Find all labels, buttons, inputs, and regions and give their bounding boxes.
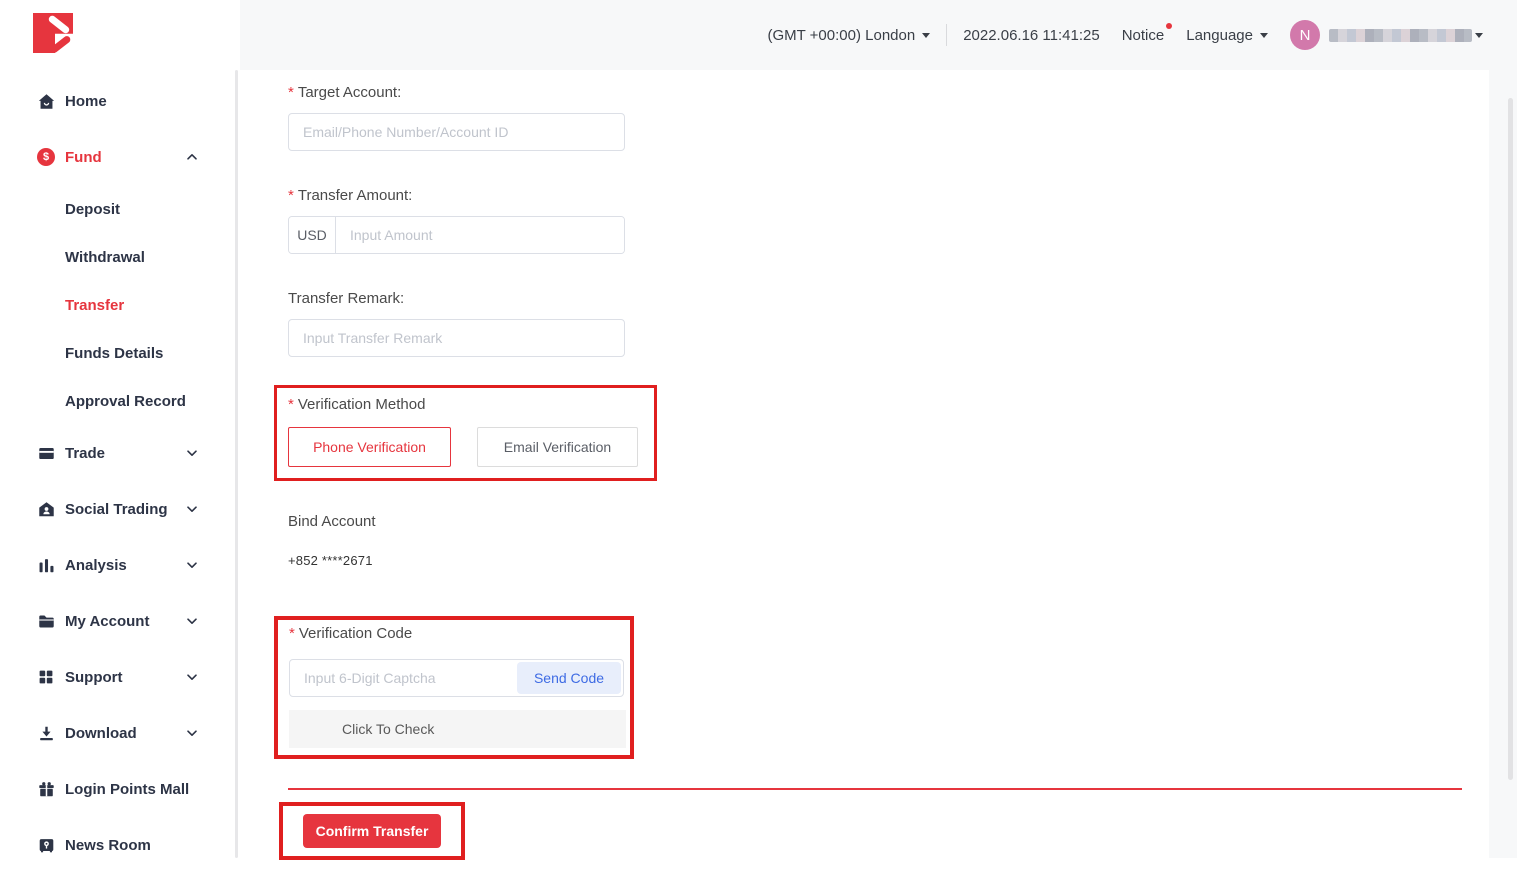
confirm-transfer-highlight: Confirm Transfer	[279, 802, 465, 860]
sidebar-item-label: Fund	[65, 149, 102, 166]
sidebar-item-label: Analysis	[65, 557, 127, 574]
sidebar-item-login-points-mall[interactable]: Login Points Mall	[0, 761, 240, 817]
sidebar-item-label: Trade	[65, 445, 105, 462]
required-marker: *	[289, 625, 295, 642]
sidebar-item-home[interactable]: Home	[0, 73, 240, 129]
transfer-amount-input[interactable]	[336, 217, 624, 253]
datetime-text: 2022.06.16 11:41:25	[963, 27, 1100, 44]
target-account-label: *Target Account:	[288, 84, 1517, 101]
transfer-amount-field: USD	[288, 216, 625, 254]
confirm-transfer-button[interactable]: Confirm Transfer	[303, 814, 441, 848]
topbar: (GMT +00:00) London 2022.06.16 11:41:25 …	[240, 0, 1517, 70]
sidebar-item-analysis[interactable]: Analysis	[0, 537, 240, 593]
chevron-down-icon	[186, 503, 198, 515]
currency-prefix: USD	[289, 217, 336, 253]
language-select[interactable]: Language	[1186, 27, 1268, 44]
grid-icon	[36, 667, 56, 687]
chevron-down-icon	[186, 727, 198, 739]
user-menu[interactable]: N	[1290, 20, 1483, 50]
sidebar-item-approval-record[interactable]: Approval Record	[0, 377, 240, 425]
language-label: Language	[1186, 27, 1253, 44]
sidebar-item-withdrawal[interactable]: Withdrawal	[0, 233, 240, 281]
sidebar-item-label: News Room	[65, 837, 151, 854]
sidebar-item-label: Social Trading	[65, 501, 168, 518]
transfer-remark-label: Transfer Remark:	[288, 290, 1517, 307]
chevron-up-icon	[186, 151, 198, 163]
verification-code-highlight: *Verification Code Send Code Click To Ch…	[274, 616, 634, 759]
chevron-down-icon	[186, 615, 198, 627]
dollar-circle-icon: $	[36, 147, 56, 167]
sidebar-item-transfer[interactable]: Transfer	[0, 281, 240, 329]
send-code-button[interactable]: Send Code	[517, 662, 621, 694]
verification-code-field: Send Code	[289, 659, 624, 697]
transfer-remark-input[interactable]	[288, 319, 625, 357]
chevron-down-icon	[1260, 33, 1268, 38]
sidebar-nav: Home $ Fund Deposit Withdrawal Transfer …	[0, 73, 240, 873]
chevron-down-icon	[186, 559, 198, 571]
sidebar-item-label: Funds Details	[65, 345, 163, 362]
chevron-down-icon	[186, 671, 198, 683]
sidebar-item-trade[interactable]: Trade	[0, 425, 240, 481]
verification-method-highlight: *Verification Method Phone Verification …	[274, 385, 657, 481]
sidebar-item-social-trading[interactable]: Social Trading	[0, 481, 240, 537]
sidebar-item-label: Support	[65, 669, 123, 686]
bar-chart-icon	[36, 555, 56, 575]
sidebar-item-news-room[interactable]: News Room	[0, 817, 240, 873]
page-scrollbar-thumb[interactable]	[1508, 98, 1513, 780]
bind-account-value: +852 ****2671	[288, 553, 1517, 568]
sidebar-item-label: My Account	[65, 613, 149, 630]
notice-button[interactable]: Notice	[1122, 27, 1165, 44]
sidebar-item-funds-details[interactable]: Funds Details	[0, 329, 240, 377]
sidebar: Home $ Fund Deposit Withdrawal Transfer …	[0, 0, 240, 858]
sidebar-item-label: Home	[65, 93, 107, 110]
sidebar-scrollbar[interactable]	[235, 70, 238, 858]
sidebar-item-label: Withdrawal	[65, 249, 145, 266]
sidebar-item-label: Approval Record	[65, 393, 186, 410]
captcha-check-bar[interactable]: Click To Check	[289, 710, 626, 748]
bind-account-label: Bind Account	[288, 513, 1517, 530]
gift-icon	[36, 779, 56, 799]
username-redacted	[1329, 29, 1472, 42]
page-scrollbar-track	[1489, 70, 1517, 858]
phone-verification-button[interactable]: Phone Verification	[288, 427, 451, 467]
home-icon	[36, 91, 56, 111]
transfer-form: *Target Account: *Transfer Amount: USD T…	[240, 70, 1517, 858]
sidebar-item-label: Transfer	[65, 297, 124, 314]
sidebar-item-fund[interactable]: $ Fund	[0, 129, 240, 185]
folder-icon	[36, 611, 56, 631]
brand-logo[interactable]	[33, 13, 73, 53]
avatar: N	[1290, 20, 1320, 50]
sidebar-item-label: Deposit	[65, 201, 120, 218]
timezone-select[interactable]: (GMT +00:00) London	[767, 27, 930, 44]
verification-code-label: *Verification Code	[289, 625, 630, 642]
chevron-down-icon	[922, 33, 930, 38]
section-divider	[288, 788, 1462, 790]
chevron-down-icon	[1475, 33, 1483, 38]
sidebar-item-deposit[interactable]: Deposit	[0, 185, 240, 233]
card-icon	[36, 443, 56, 463]
sidebar-item-download[interactable]: Download	[0, 705, 240, 761]
sidebar-item-my-account[interactable]: My Account	[0, 593, 240, 649]
required-marker: *	[288, 396, 294, 413]
target-account-input[interactable]	[288, 113, 625, 151]
transfer-amount-label: *Transfer Amount:	[288, 187, 1517, 204]
email-verification-button[interactable]: Email Verification	[477, 427, 638, 467]
required-marker: *	[288, 187, 294, 204]
sidebar-item-label: Download	[65, 725, 137, 742]
chevron-down-icon	[186, 447, 198, 459]
house-person-icon	[36, 499, 56, 519]
topbar-divider	[946, 24, 947, 46]
sidebar-item-support[interactable]: Support	[0, 649, 240, 705]
download-icon	[36, 723, 56, 743]
news-pin-icon	[36, 835, 56, 855]
verification-method-label: *Verification Method	[288, 396, 654, 413]
sidebar-item-label: Login Points Mall	[65, 781, 189, 798]
required-marker: *	[288, 84, 294, 101]
timezone-label: (GMT +00:00) London	[767, 27, 915, 44]
